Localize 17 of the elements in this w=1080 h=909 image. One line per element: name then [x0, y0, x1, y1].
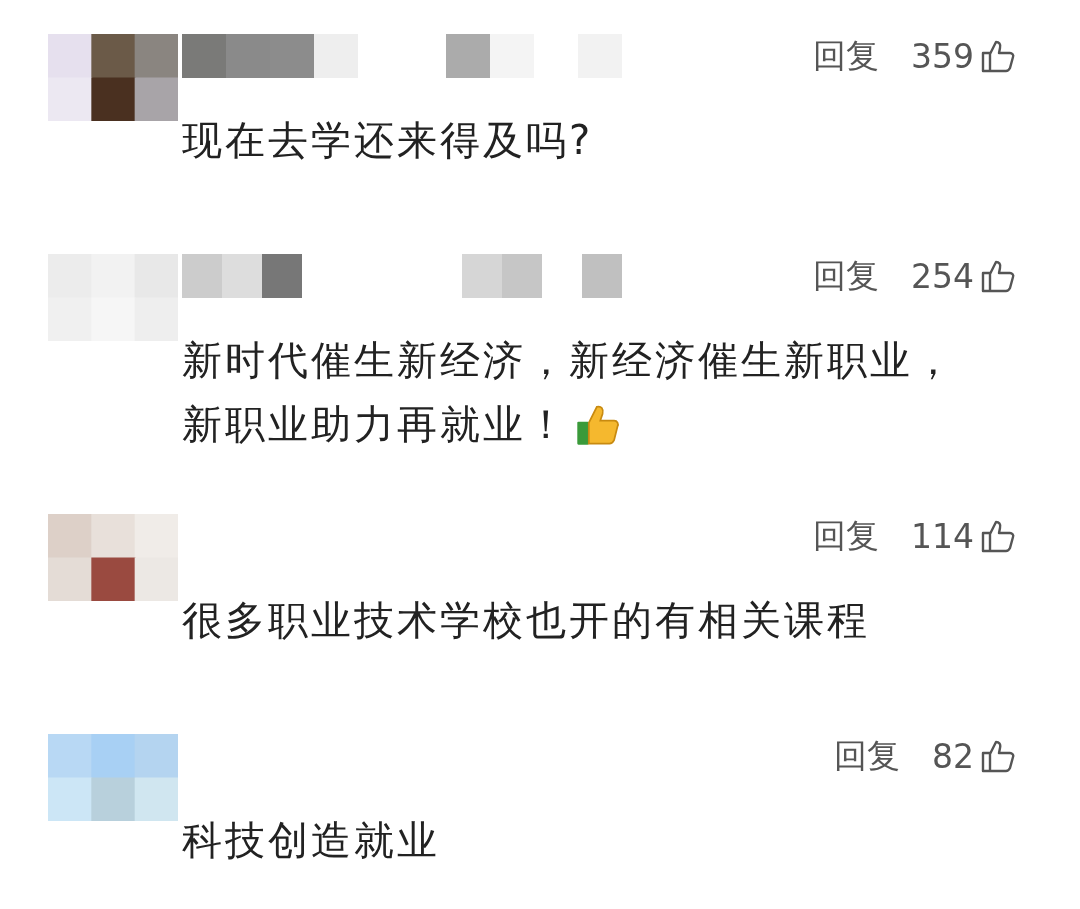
reply-link[interactable]: 回复 [813, 33, 879, 79]
like-count: 254 [911, 256, 974, 296]
reply-link[interactable]: 回复 [834, 733, 900, 779]
thumbs-up-icon[interactable] [980, 258, 1016, 294]
thumbs-up-icon[interactable] [980, 738, 1016, 774]
like-count: 359 [911, 36, 974, 76]
comment-text: 科技创造就业 [182, 816, 440, 865]
like-count: 82 [932, 736, 974, 776]
like-count: 114 [911, 516, 974, 556]
reply-link[interactable]: 回复 [813, 513, 879, 559]
thumbs-up-icon[interactable] [980, 38, 1016, 74]
comment-text: 现在去学还来得及吗? [182, 116, 594, 165]
reply-link[interactable]: 回复 [813, 253, 879, 299]
comment-text: 新时代催生新经济，新经济催生新职业， [182, 336, 956, 385]
thumbs-up-icon[interactable] [980, 518, 1016, 554]
comment-text: 新职业助力再就业！ [182, 400, 569, 449]
comment-text: 很多职业技术学校也开的有相关课程 [182, 596, 870, 645]
